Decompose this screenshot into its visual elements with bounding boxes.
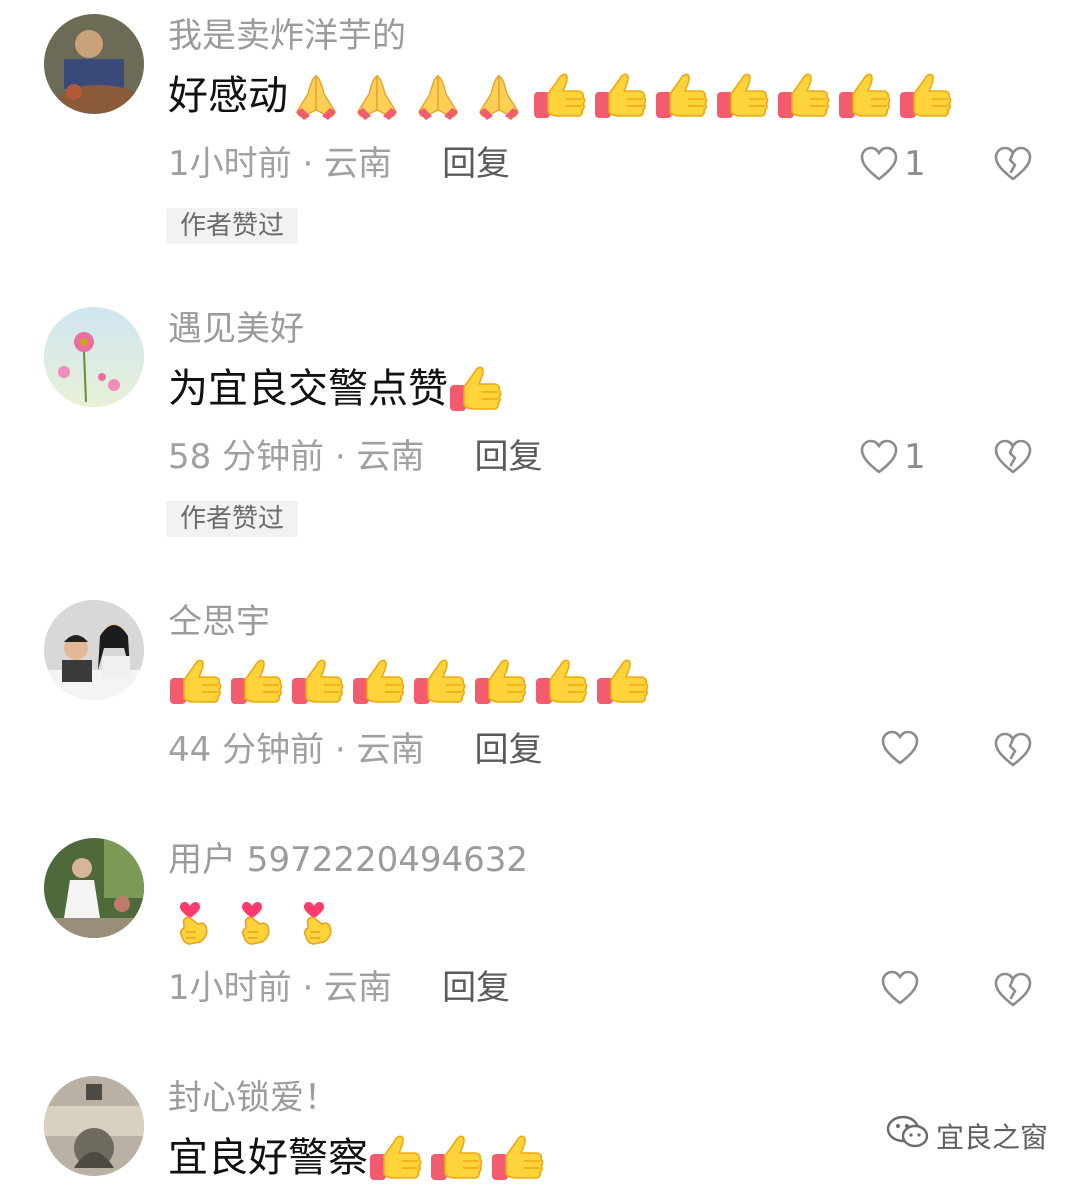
thumbs-up-emoji [715,70,771,122]
reply-button[interactable]: 回复 [475,730,543,770]
thumbs-up-emoji [229,656,285,708]
username[interactable]: 我是卖炸洋芋的 [168,16,406,56]
author-liked-badge: 作者赞过 [166,501,299,537]
timestamp-location: 1小时前 · 云南 [168,144,393,184]
broken-heart-icon [994,146,1032,182]
emoji-row [368,1132,551,1184]
reply-button[interactable]: 回复 [442,144,510,184]
emoji-row [448,363,509,415]
emoji-row [168,894,354,946]
finger-heart-emoji [230,894,286,946]
comment-text: 好感动 [168,70,959,122]
user-avatar[interactable] [44,307,144,407]
thumbs-up-emoji [595,656,651,708]
watermark-label: 宜良之窗 [936,1120,1049,1154]
heart-outline-icon [860,146,898,182]
thumbs-up-emoji [776,70,832,122]
emoji-row [288,70,959,122]
broken-heart-icon [994,732,1032,768]
user-avatar[interactable] [44,600,144,700]
wechat-icon [886,1114,936,1157]
user-avatar[interactable] [44,1076,144,1176]
thumbs-up-emoji [490,1132,546,1184]
like-button[interactable]: 1 [860,437,926,477]
thumbs-up-emoji [448,363,504,415]
pray-emoji [471,70,527,122]
reply-button[interactable]: 回复 [475,437,543,477]
heart-outline-icon [881,730,919,766]
comment-meta: 44 分钟前 · 云南 回复 [168,730,543,770]
username[interactable]: 遇见美好 [168,309,304,349]
user-avatar[interactable] [44,838,144,938]
pray-emoji [288,70,344,122]
finger-heart-emoji [168,894,224,946]
like-button[interactable] [881,970,919,1006]
pray-emoji [410,70,466,122]
timestamp-location: 1小时前 · 云南 [168,968,393,1008]
comment-meta: 58 分钟前 · 云南 回复 [168,437,543,477]
author-liked-badge: 作者赞过 [166,208,299,244]
dislike-button[interactable] [994,439,1032,475]
comment-text [168,656,656,708]
heart-outline-icon [881,970,919,1006]
thumbs-up-emoji [429,1132,485,1184]
thumbs-up-emoji [412,656,468,708]
thumbs-up-emoji [532,70,588,122]
dislike-button[interactable] [994,146,1032,182]
dislike-button[interactable] [994,732,1032,768]
comment-meta: 1小时前 · 云南 回复 [168,144,510,184]
comment-meta: 1小时前 · 云南 回复 [168,968,510,1008]
thumbs-up-emoji [898,70,954,122]
thumbs-up-emoji [593,70,649,122]
like-button[interactable]: 1 [860,144,926,184]
like-count: 1 [904,144,926,184]
comment-text-body: 为宜良交警点赞 [168,366,448,412]
username[interactable]: 仝思宇 [168,602,270,642]
comment-text-body: 好感动 [168,73,288,119]
dislike-button[interactable] [994,972,1032,1008]
like-count: 1 [904,437,926,477]
thumbs-up-emoji [534,656,590,708]
finger-heart-emoji [292,894,348,946]
thumbs-up-emoji [168,656,224,708]
emoji-row [168,656,656,708]
pray-emoji [349,70,405,122]
like-button[interactable] [881,730,919,766]
comment-text-body: 宜良好警察 [168,1135,368,1181]
reply-button[interactable]: 回复 [442,968,510,1008]
thumbs-up-emoji [654,70,710,122]
user-avatar[interactable] [44,14,144,114]
comment-text: 宜良好警察 [168,1132,551,1184]
comment-text: 为宜良交警点赞 [168,363,509,415]
thumbs-up-emoji [837,70,893,122]
username[interactable]: 用户 5972220494632 [168,840,528,880]
heart-outline-icon [860,439,898,475]
account-watermark: 宜良之窗 [886,1114,1048,1157]
thumbs-up-emoji [368,1132,424,1184]
broken-heart-icon [994,972,1032,1008]
timestamp-location: 58 分钟前 · 云南 [168,437,425,477]
thumbs-up-emoji [290,656,346,708]
thumbs-up-emoji [473,656,529,708]
comment-text [168,894,354,946]
username[interactable]: 封心锁爱！ [168,1078,338,1118]
thumbs-up-emoji [351,656,407,708]
timestamp-location: 44 分钟前 · 云南 [168,730,425,770]
broken-heart-icon [994,439,1032,475]
